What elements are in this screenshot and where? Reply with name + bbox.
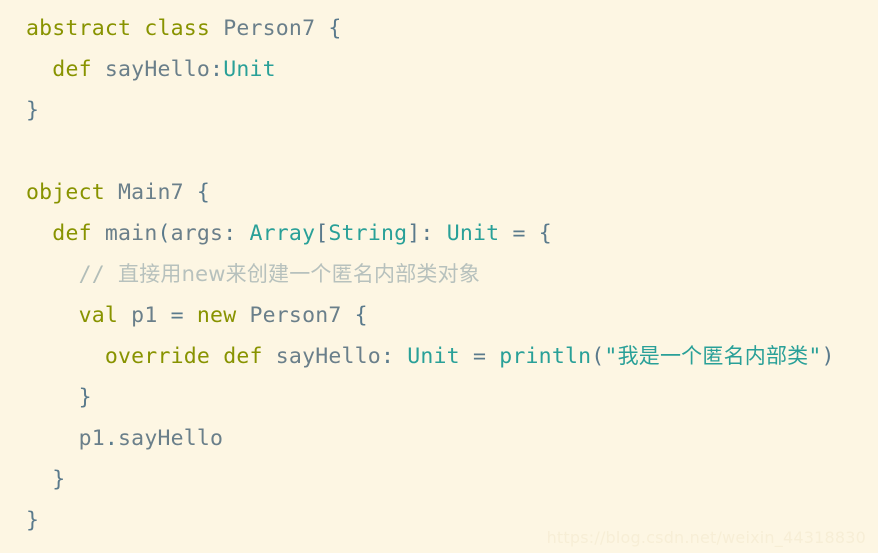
code-line: override def sayHello: Unit = println("我… [26, 336, 835, 377]
code-token-punct: { [354, 303, 368, 328]
code-token-punct [315, 16, 328, 41]
code-token-punct: : [380, 344, 408, 369]
code-token-punct: ( [157, 221, 171, 246]
code-token-punct [342, 303, 355, 328]
code-token-comment-cjk: 直接用new来创建一个匿名内部类对象 [118, 262, 481, 286]
code-token-punct: } [52, 467, 66, 492]
code-token-punct [263, 344, 276, 369]
code-token-punct [236, 303, 249, 328]
code-token-punct [184, 180, 197, 205]
code-token-punct: . [104, 426, 119, 451]
code-line: p1.sayHello [26, 418, 223, 459]
code-token-type: Unit [407, 344, 460, 369]
code-line: // 直接用new来创建一个匿名内部类对象 [26, 254, 480, 295]
code-token-punct [131, 16, 144, 41]
code-token-punct: [ [315, 221, 329, 246]
code-token-keyword: def [223, 344, 263, 369]
code-token-ident: p1 [78, 426, 105, 451]
code-token-ident: Person7 [223, 16, 316, 41]
code-token-type: Unit [223, 57, 276, 82]
code-token-ident: args [170, 221, 224, 246]
code-line: } [26, 377, 92, 418]
code-token-ident: sayHello [104, 57, 211, 82]
code-token-punct: } [26, 98, 40, 123]
code-line: val p1 = new Person7 { [26, 295, 368, 336]
code-token-punct: { [538, 221, 552, 246]
code-token-ident: sayHello [275, 344, 381, 369]
code-line: abstract class Person7 { [26, 8, 342, 49]
code-snippet-surface: abstract class Person7 { def sayHello:Un… [0, 0, 878, 553]
code-token-operator: = [459, 344, 500, 369]
code-token-punct [26, 385, 79, 410]
code-token-ident: Person7 [249, 303, 342, 328]
code-token-punct: } [78, 385, 92, 410]
code-token-string: " [808, 344, 822, 369]
watermark-text: https://blog.csdn.net/weixin_44318830 [546, 528, 866, 547]
code-token-punct: { [328, 16, 342, 41]
code-token-ident: main [104, 221, 158, 246]
code-line: } [26, 500, 39, 541]
code-token-punct: ] [407, 221, 421, 246]
code-token-keyword: abstract [26, 16, 132, 41]
code-line: } [26, 90, 39, 131]
code-token-punct [26, 303, 79, 328]
code-token-punct [210, 16, 223, 41]
code-token-punct [105, 180, 118, 205]
code-token-punct [26, 221, 52, 246]
code-token-punct [26, 467, 52, 492]
code-token-operator: = [157, 303, 197, 328]
code-token-keyword: val [78, 303, 119, 328]
code-token-punct [26, 344, 105, 369]
code-token-type: Unit [446, 221, 500, 246]
code-token-ident: p1 [131, 303, 158, 328]
code-token-punct: } [26, 508, 40, 533]
code-token-ident: sayHello [118, 426, 224, 451]
code-line: def sayHello:Unit [26, 49, 276, 90]
code-token-punct: : [210, 57, 224, 82]
code-token-punct [92, 221, 105, 246]
code-token-ident: Main7 [118, 180, 184, 205]
code-token-keyword: new [196, 303, 237, 328]
code-token-operator: = [499, 221, 539, 246]
code-token-punct: { [196, 180, 211, 205]
code-token-string: 我是一个匿名内部类 [617, 344, 809, 368]
code-token-punct: ( [591, 344, 605, 369]
code-token-string: " [604, 344, 618, 369]
code-token-punct [210, 344, 223, 369]
code-token-type: Array [249, 221, 316, 246]
code-token-punct [26, 426, 79, 451]
code-token-punct [26, 262, 79, 287]
code-token-keyword: class [144, 16, 211, 41]
code-token-keyword: override [104, 344, 211, 369]
code-line: } [26, 459, 65, 500]
code-token-punct: ) [821, 344, 835, 369]
code-token-punct: : [223, 221, 250, 246]
code-line: object Main7 { [26, 172, 210, 213]
code-token-keyword: object [26, 180, 105, 205]
code-token-func: println [499, 344, 592, 369]
code-line: def main(args: Array[String]: Unit = { [26, 213, 552, 254]
code-token-punct [92, 57, 105, 82]
code-token-comment: // [78, 262, 119, 287]
code-token-keyword: def [52, 221, 92, 246]
code-token-keyword: def [52, 57, 92, 82]
code-token-punct [26, 57, 52, 82]
code-token-punct: : [420, 221, 447, 246]
code-token-type: String [328, 221, 408, 246]
code-token-punct [118, 303, 131, 328]
